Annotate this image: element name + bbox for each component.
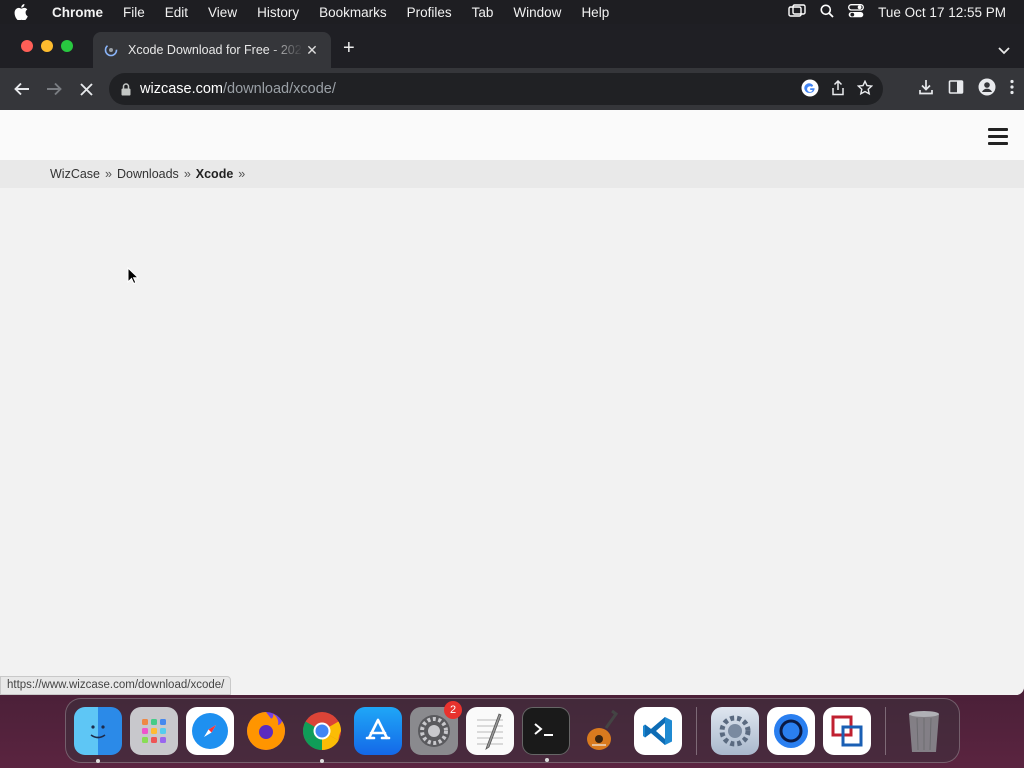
menu-history[interactable]: History (247, 5, 309, 20)
dock-separator (885, 706, 886, 755)
mouse-pointer-icon (127, 266, 140, 290)
menu-bar: Chrome File Edit View History Bookmarks … (0, 0, 1024, 24)
vscode-icon[interactable] (634, 706, 682, 755)
close-window-button[interactable] (21, 40, 33, 52)
textedit-icon[interactable] (466, 706, 514, 755)
vmware-icon[interactable] (823, 706, 871, 755)
web-page: WizCase » Downloads » Xcode » (0, 110, 1024, 695)
menu-tab[interactable]: Tab (462, 5, 504, 20)
firefox-icon[interactable] (242, 707, 290, 755)
finder-icon[interactable] (74, 706, 122, 763)
system-settings-icon[interactable]: 2 (410, 700, 462, 755)
control-center-icon[interactable] (848, 3, 865, 21)
menu-file[interactable]: File (113, 5, 155, 20)
chrome-window: Xcode Download for Free - 2023 ✕ + wizca… (0, 24, 1024, 695)
utility-icon[interactable] (711, 706, 759, 755)
menu-help[interactable]: Help (571, 5, 619, 20)
launchpad-icon[interactable] (130, 706, 178, 755)
menu-bar-clock[interactable]: Tue Oct 17 12:55 PM (878, 5, 1006, 20)
back-arrow-icon (14, 82, 29, 96)
menu-edit[interactable]: Edit (155, 5, 198, 20)
url-host: wizcase.com (140, 81, 223, 97)
breadcrumb-separator: » (105, 167, 112, 181)
breadcrumb-separator: » (183, 167, 191, 181)
minimize-window-button[interactable] (41, 40, 53, 52)
menu-view[interactable]: View (198, 5, 247, 20)
window-controls (21, 40, 73, 52)
dock: 2 (65, 698, 960, 763)
bookmark-star-icon[interactable] (856, 79, 874, 100)
chrome-menu-icon[interactable] (1010, 79, 1014, 100)
forward-arrow-icon (47, 82, 62, 96)
breadcrumb-separator: » (238, 167, 246, 181)
downloads-icon[interactable] (918, 79, 934, 100)
breadcrumb-item-xcode[interactable]: Xcode (196, 167, 234, 181)
link-status-bubble: https://www.wizcase.com/download/xcode/ (0, 676, 232, 695)
breadcrumb-item-downloads[interactable]: Downloads (117, 167, 179, 181)
lock-icon[interactable] (121, 82, 131, 96)
dock-separator (696, 706, 697, 755)
apple-menu-icon[interactable] (0, 4, 42, 20)
tab-close-icon[interactable]: ✕ (303, 42, 321, 59)
side-panel-icon[interactable] (948, 79, 964, 100)
url-path: /download/xcode/ (223, 81, 336, 97)
back-button[interactable] (6, 73, 38, 105)
loading-favicon-icon (103, 42, 119, 58)
tab-search-chevron-icon[interactable] (998, 42, 1010, 60)
spotlight-search-icon[interactable] (820, 4, 834, 21)
hamburger-menu-icon[interactable] (988, 128, 1008, 149)
browser-toolbar: wizcase.com/download/xcode/ (0, 68, 1024, 110)
tab-strip: Xcode Download for Free - 2023 ✕ + (0, 24, 1024, 68)
terminal-icon[interactable] (522, 706, 570, 762)
app-store-icon[interactable] (354, 706, 402, 755)
site-header (0, 110, 1024, 160)
menu-app-name[interactable]: Chrome (42, 5, 113, 20)
settings-notification-badge: 2 (444, 700, 462, 719)
screen-mirroring-icon[interactable] (788, 3, 806, 21)
profile-avatar-icon[interactable] (978, 78, 996, 101)
address-bar[interactable]: wizcase.com/download/xcode/ (109, 73, 883, 105)
trash-icon[interactable] (900, 707, 948, 755)
new-tab-button[interactable]: + (343, 38, 355, 58)
garageband-icon[interactable] (578, 707, 626, 755)
tab-active[interactable]: Xcode Download for Free - 2023 ✕ (93, 32, 331, 68)
menu-window[interactable]: Window (503, 5, 571, 20)
forward-button[interactable] (38, 73, 70, 105)
tab-title: Xcode Download for Free - 2023 (128, 43, 303, 57)
proxy-icon[interactable] (767, 706, 815, 755)
breadcrumb: WizCase » Downloads » Xcode » (0, 160, 1024, 188)
menu-profiles[interactable]: Profiles (397, 5, 462, 20)
menu-bookmarks[interactable]: Bookmarks (309, 5, 397, 20)
safari-icon[interactable] (186, 706, 234, 755)
breadcrumb-item-wizcase[interactable]: WizCase (50, 167, 100, 181)
chrome-icon[interactable] (298, 707, 346, 763)
zoom-window-button[interactable] (61, 40, 73, 52)
stop-loading-button[interactable] (70, 73, 102, 105)
google-lens-icon[interactable] (801, 79, 819, 101)
share-icon[interactable] (831, 79, 845, 100)
stop-x-icon (79, 82, 93, 96)
